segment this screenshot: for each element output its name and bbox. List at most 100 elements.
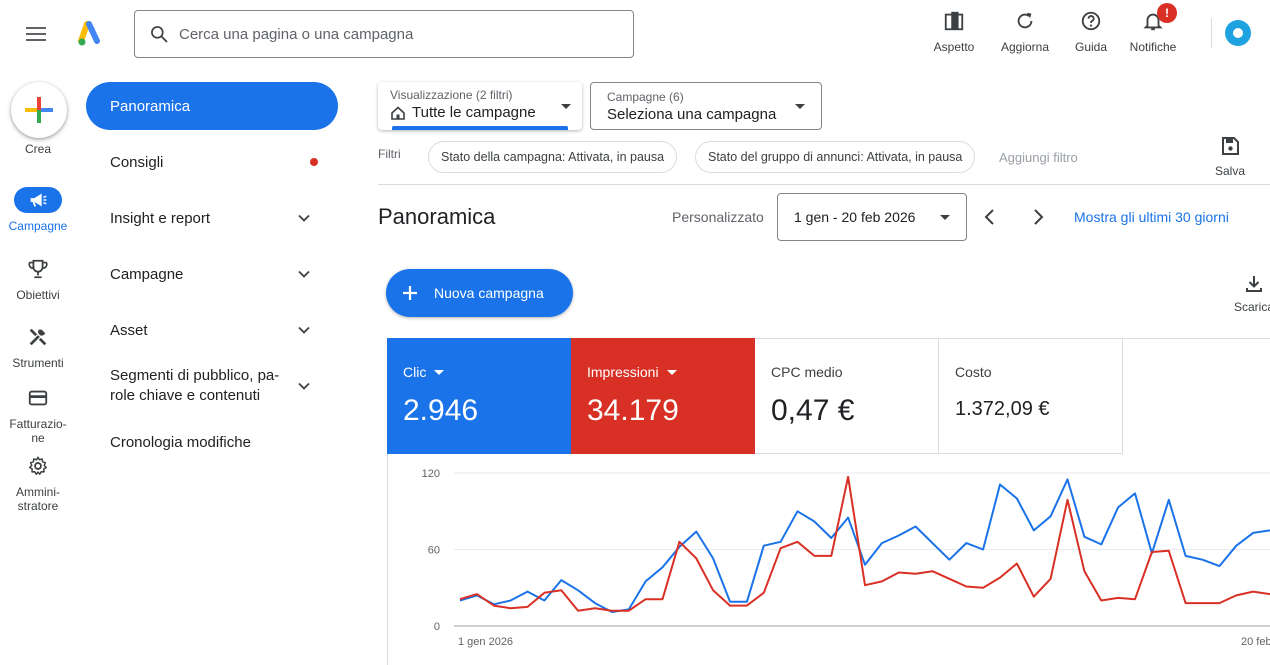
plus-icon [403, 286, 417, 300]
date-range-selector[interactable]: 1 gen - 20 feb 2026 [777, 193, 967, 241]
search-input[interactable] [179, 25, 599, 43]
help-icon [1081, 11, 1101, 31]
create-button[interactable] [11, 82, 67, 138]
tools-icon [29, 328, 47, 346]
nav-label: Insight e report [110, 209, 211, 227]
appearance-button[interactable]: Aspetto [919, 8, 989, 54]
y-tick-label: 0 [434, 621, 440, 633]
rail-label: Ammini- stratore [16, 485, 60, 513]
rail-icon-wrap [14, 187, 62, 213]
x-tick-label: 20 feb [1241, 636, 1270, 648]
chevron-down-icon [298, 382, 310, 390]
credit-card-icon [28, 390, 48, 406]
divider [378, 184, 1270, 185]
plus-icon [25, 97, 53, 123]
rail-campagne[interactable]: Campagne [0, 187, 76, 233]
metric-cost[interactable]: Costo 1.372,09 € [939, 338, 1123, 454]
nav-item-campagne[interactable]: Campagne [86, 252, 338, 296]
caret-down-icon [434, 369, 445, 375]
nav-label: Cronologia modifiche [110, 433, 251, 451]
save-label: Salva [1214, 164, 1246, 178]
nav-label: Campagne [110, 265, 184, 283]
show-last-30-days-link[interactable]: Mostra gli ultimi 30 giorni [1074, 209, 1229, 225]
nav-item-insight[interactable]: Insight e report [86, 196, 338, 240]
metric-avg-cpc[interactable]: CPC medio 0,47 € [755, 338, 939, 454]
view-selector-value-row: Tutte le campagne [390, 104, 570, 121]
metric-impressions[interactable]: Impressioni 34.179 [571, 338, 755, 454]
notification-dot [310, 158, 318, 166]
refresh-button[interactable]: Aggiorna [990, 8, 1060, 54]
range-type-label: Personalizzato [672, 209, 764, 225]
view-selector[interactable]: Visualizzazione (2 filtri) Tutte le camp… [378, 82, 582, 130]
appearance-label: Aspetto [933, 40, 975, 54]
account-avatar[interactable] [1225, 20, 1251, 46]
nav-item-segmenti[interactable]: Segmenti di pubblico, pa- role chiave e … [86, 364, 338, 408]
rail-amministratore[interactable]: Ammini- stratore [0, 453, 76, 513]
search-icon [151, 26, 168, 43]
metric-label: Costo [955, 364, 992, 380]
chip-label: Stato del gruppo di annunci: Attivata, i… [708, 150, 963, 164]
filters-label: Filtri [378, 147, 401, 161]
chevron-down-icon [298, 214, 310, 222]
rail-icon-wrap [14, 385, 62, 411]
metric-label: Impressioni [587, 364, 659, 380]
search-box[interactable] [134, 10, 634, 58]
top-divider [1211, 18, 1212, 48]
rail-strumenti[interactable]: Strumenti [0, 324, 76, 370]
rail-label: Obiettivi [16, 288, 60, 302]
rail-obiettivi[interactable]: Obiettivi [0, 256, 76, 302]
download-button[interactable]: Scarica [1234, 274, 1270, 314]
rail-fatturazione[interactable]: Fatturazio- ne [0, 385, 76, 445]
nav-item-asset[interactable]: Asset [86, 308, 338, 352]
metric-value: 34.179 [587, 394, 679, 427]
date-range-value: 1 gen - 20 feb 2026 [794, 209, 916, 225]
new-campaign-label: Nuova campagna [434, 285, 544, 301]
y-tick-label: 120 [422, 468, 440, 480]
new-campaign-button[interactable]: Nuova campagna [386, 269, 573, 317]
filter-chip-campaign-status[interactable]: Stato della campagna: Attivata, in pausa [428, 141, 678, 173]
performance-chart: 120 60 0 1 gen 2026 20 feb [422, 468, 1270, 648]
metric-value: 0,47 € [771, 394, 855, 427]
campaign-selector-value: Seleziona una campagna [607, 106, 777, 123]
save-button[interactable]: Salva [1206, 136, 1254, 178]
x-tick-label: 1 gen 2026 [458, 636, 513, 648]
active-indicator [392, 126, 568, 130]
chip-label: Stato della campagna: Attivata, in pausa [441, 150, 665, 164]
metric-label: Clic [403, 364, 427, 380]
rail-icon-wrap [14, 324, 62, 350]
metric-clicks[interactable]: Clic 2.946 [387, 338, 571, 454]
rail-label: Campagne [8, 219, 68, 233]
rail-icon-wrap [14, 453, 62, 479]
notifications-button[interactable]: ! Notifiche [1118, 3, 1188, 54]
nav-label: Asset [110, 321, 148, 339]
caret-down-icon [795, 104, 805, 109]
home-icon [391, 105, 405, 120]
save-icon [1222, 137, 1239, 155]
chevron-left-icon[interactable] [979, 206, 1001, 228]
nav-label: Panoramica [110, 97, 191, 115]
caret-down-icon [940, 215, 950, 220]
google-ads-logo[interactable] [78, 21, 104, 47]
nav-item-consigli[interactable]: Consigli [86, 140, 338, 184]
nav-item-cronologia[interactable]: Cronologia modifiche [86, 420, 338, 464]
help-label: Guida [1074, 40, 1108, 54]
top-bar: Aspetto Aggiorna Guida ! Notifiche [0, 0, 1270, 68]
rail-crea[interactable]: Crea [0, 142, 76, 156]
help-button[interactable]: Guida [1056, 8, 1126, 54]
view-selector-value: Tutte le campagne [412, 104, 536, 121]
campaign-selector-caption: Campagne (6) [607, 90, 684, 104]
refresh-icon [1017, 12, 1033, 29]
add-filter-link[interactable]: Aggiungi filtro [999, 150, 1078, 165]
refresh-label: Aggiorna [1000, 40, 1050, 54]
campaign-selector[interactable]: Campagne (6) Seleziona una campagna [590, 82, 822, 130]
nav-label: Consigli [110, 153, 164, 171]
chevron-down-icon [298, 326, 310, 334]
trophy-icon [28, 259, 48, 279]
menu-icon[interactable] [26, 24, 48, 44]
metric-label: CPC medio [771, 364, 843, 380]
nav-item-panoramica[interactable]: Panoramica [86, 82, 338, 130]
chevron-right-icon[interactable] [1027, 206, 1049, 228]
rail-label: Strumenti [12, 356, 64, 370]
filter-chip-adgroup-status[interactable]: Stato del gruppo di annunci: Attivata, i… [695, 141, 976, 173]
view-selector-caption: Visualizzazione (2 filtri) [390, 88, 513, 102]
